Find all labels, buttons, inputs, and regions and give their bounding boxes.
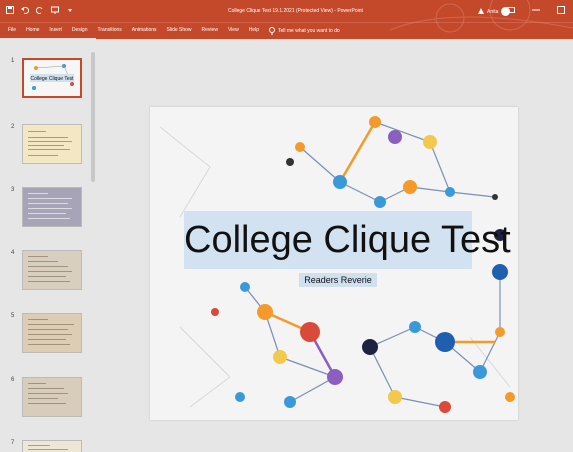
thumb-number: 6: [11, 377, 15, 383]
quick-access-toolbar: [6, 6, 74, 14]
thumb-number: 5: [11, 313, 15, 319]
slide-thumbnail-5[interactable]: [22, 313, 82, 353]
tab-file[interactable]: File: [8, 27, 16, 35]
lightbulb-icon: [268, 27, 275, 35]
slide-thumbnail-6[interactable]: [22, 377, 82, 417]
save-icon[interactable]: [6, 6, 14, 14]
title-bar-decoration: [390, 0, 573, 33]
tab-slide-show[interactable]: Slide Show: [167, 27, 192, 35]
thumb-number: 2: [11, 124, 15, 130]
document-title: College Clique Test 19.1.2021 (Protected…: [228, 8, 363, 14]
tab-transitions[interactable]: Transitions: [98, 27, 122, 35]
slide-subtitle[interactable]: Readers Reverie: [299, 273, 377, 287]
tab-help[interactable]: Help: [249, 27, 259, 35]
tab-design[interactable]: Design: [72, 27, 88, 35]
slide-thumbnail-1[interactable]: College Clique Test: [22, 58, 82, 98]
thumb-number: 3: [11, 187, 15, 193]
tell-me-box[interactable]: Tell me what you want to do: [268, 27, 340, 35]
slide-thumbnail-7[interactable]: [22, 440, 82, 452]
thumbnail-scrollbar[interactable]: [91, 52, 95, 182]
tell-me-text: Tell me what you want to do: [277, 28, 340, 34]
thumb-network-graphic: College Clique Test: [30, 64, 75, 90]
tab-home[interactable]: Home: [26, 27, 39, 35]
thumb-number: 4: [11, 250, 15, 256]
slide-title[interactable]: College Clique Test: [184, 211, 511, 269]
customize-toolbar-icon[interactable]: [66, 6, 74, 14]
thumb-number: 7: [11, 440, 15, 446]
undo-icon[interactable]: [21, 6, 30, 14]
tab-review[interactable]: Review: [202, 27, 218, 35]
thumb-title: College Clique Test: [31, 76, 75, 82]
tab-animations[interactable]: Animations: [132, 27, 157, 35]
thumb-number: 1: [11, 58, 15, 64]
present-from-beginning-icon[interactable]: [51, 6, 59, 14]
tab-insert[interactable]: Insert: [49, 27, 62, 35]
redo-icon[interactable]: [35, 6, 44, 14]
tab-view[interactable]: View: [228, 27, 239, 35]
slide-thumbnail-2[interactable]: [22, 124, 82, 164]
slide-thumbnail-4[interactable]: [22, 250, 82, 290]
ribbon-tabs: File Home Insert Design Transitions Anim…: [8, 27, 340, 35]
slide-canvas[interactable]: College Clique Test Readers Reverie: [150, 107, 518, 420]
slide-thumbnail-3[interactable]: [22, 187, 82, 227]
